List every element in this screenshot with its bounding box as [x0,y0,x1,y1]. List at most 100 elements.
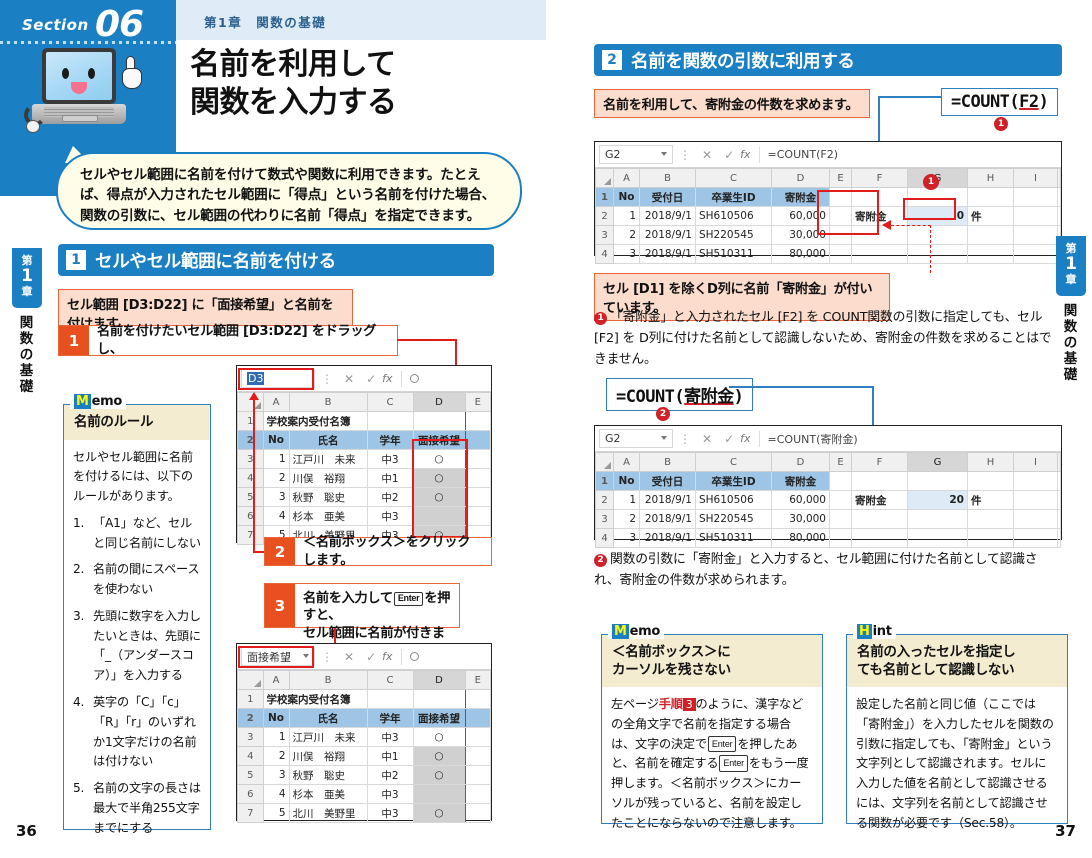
name-box-r1[interactable]: G2 [599,145,673,164]
col-header-a[interactable]: A [613,168,640,188]
cell[interactable] [907,471,968,491]
formula-content-r1[interactable]: =COUNT(F2) [768,148,838,161]
cell[interactable] [1057,206,1061,226]
col-header-g[interactable]: G [907,452,968,472]
cell[interactable]: ○ [412,727,466,747]
cancel-icon-1[interactable]: ✕ [344,372,354,386]
cell[interactable] [1057,509,1061,529]
cell[interactable] [907,509,968,529]
confirm-icon-1[interactable]: ✓ [366,372,376,386]
row-header[interactable]: 4 [595,528,614,548]
cell[interactable] [829,225,852,245]
cell[interactable]: 中2 [366,765,414,785]
cell[interactable]: 2018/9/1 [639,509,696,529]
cell[interactable]: 学校案内受付名簿 [262,689,368,709]
cell[interactable] [1013,509,1058,529]
excel-screenshot-r1[interactable]: G2 ⋮ ✕ ✓ fx =COUNT(F2) A B C D E F H I 1… [594,141,1062,264]
excel-screenshot-2[interactable]: 面接希望 ⋮ ✕ ✓ fx A B C D E 1 学校案内受付名簿 2 No … [236,643,492,823]
col-header-d[interactable]: D [412,392,466,412]
cell[interactable] [464,746,491,766]
col-header-c[interactable]: C [366,670,414,690]
select-all-corner-r2[interactable] [595,452,614,472]
cell[interactable]: 3 [613,528,640,548]
cell[interactable] [366,411,414,431]
cell[interactable] [829,490,852,510]
cell[interactable]: 卒業生ID [695,187,772,207]
cell[interactable]: 1 [262,727,290,747]
cell[interactable]: 学年 [366,430,414,450]
cell[interactable]: 4 [262,506,290,526]
cell[interactable]: 2 [613,225,640,245]
name-box-r2[interactable]: G2 [599,429,673,448]
cell[interactable] [967,225,1014,245]
col-header-i[interactable]: I [1013,168,1058,188]
cell[interactable]: SH220545 [695,509,772,529]
cell[interactable] [464,468,491,488]
cell[interactable] [967,244,1014,264]
cell[interactable]: 4 [262,784,290,804]
col-header-h[interactable]: H [967,452,1014,472]
cell[interactable]: 3 [262,765,290,785]
row-header[interactable]: 4 [595,244,614,264]
cell[interactable]: 3 [262,487,290,507]
cell[interactable] [464,449,491,469]
row-header[interactable]: 1 [237,689,264,709]
row-header[interactable]: 2 [595,490,614,510]
cell[interactable]: 中1 [366,468,414,488]
cell[interactable] [464,487,491,507]
cell[interactable] [851,509,908,529]
col-header-a[interactable]: A [262,670,290,690]
insert-function-icon-1[interactable]: fx [382,372,392,385]
row-header[interactable]: 5 [237,765,264,785]
col-header-h[interactable]: H [967,168,1014,188]
col-header-c[interactable]: C [695,452,772,472]
col-header-e[interactable]: E [464,670,491,690]
cell[interactable] [907,528,968,548]
confirm-icon-2[interactable]: ✓ [366,650,376,664]
row-header[interactable]: 1 [237,411,264,431]
cell[interactable]: 60,000 [771,206,830,226]
cell[interactable]: 2 [613,509,640,529]
cell[interactable]: 卒業生ID [695,471,772,491]
col-header-a[interactable]: A [613,452,640,472]
cell[interactable]: 江戸川 未来 [288,727,368,747]
cell[interactable]: 杉本 亜美 [288,784,368,804]
cell[interactable] [851,225,908,245]
cell[interactable]: 面接希望 [412,708,466,728]
cell[interactable] [464,411,491,431]
row-header[interactable]: 3 [595,225,614,245]
cell[interactable] [829,509,852,529]
cell[interactable]: ○ [412,468,466,488]
cell[interactable]: 中3 [366,506,414,526]
cell[interactable] [851,187,908,207]
cell[interactable] [412,411,466,431]
row-header[interactable]: 3 [237,449,264,469]
col-header-f[interactable]: F [851,452,908,472]
cell[interactable]: 中3 [366,803,414,823]
formula-content-r2[interactable]: =COUNT(寄附金) [768,431,858,447]
row-header[interactable]: 4 [237,468,264,488]
select-all-corner-r1[interactable] [595,168,614,188]
cell[interactable]: SH610506 [695,206,772,226]
col-header-d[interactable]: D [412,670,466,690]
cell[interactable] [1013,244,1058,264]
cell[interactable] [464,784,491,804]
row-header[interactable]: 1 [595,471,614,491]
cell[interactable]: 寄附金 [771,187,830,207]
col-header-f[interactable]: F [851,168,908,188]
cell[interactable]: ○ [412,487,466,507]
cell[interactable] [464,506,491,526]
name-box-1[interactable]: D3 [241,369,315,388]
insert-function-icon-r1[interactable]: fx [740,148,750,161]
cell[interactable] [412,689,466,709]
cell[interactable]: 江戸川 未来 [288,449,368,469]
cell[interactable]: 80,000 [771,528,830,548]
cell[interactable] [1057,471,1061,491]
cell[interactable]: 60,000 [771,490,830,510]
cell[interactable]: ○ [412,746,466,766]
row-header[interactable]: 6 [237,784,264,804]
cell[interactable]: 3 [613,244,640,264]
cell[interactable] [829,187,852,207]
cell[interactable]: 北川 美野里 [288,803,368,823]
cell[interactable]: 30,000 [771,509,830,529]
